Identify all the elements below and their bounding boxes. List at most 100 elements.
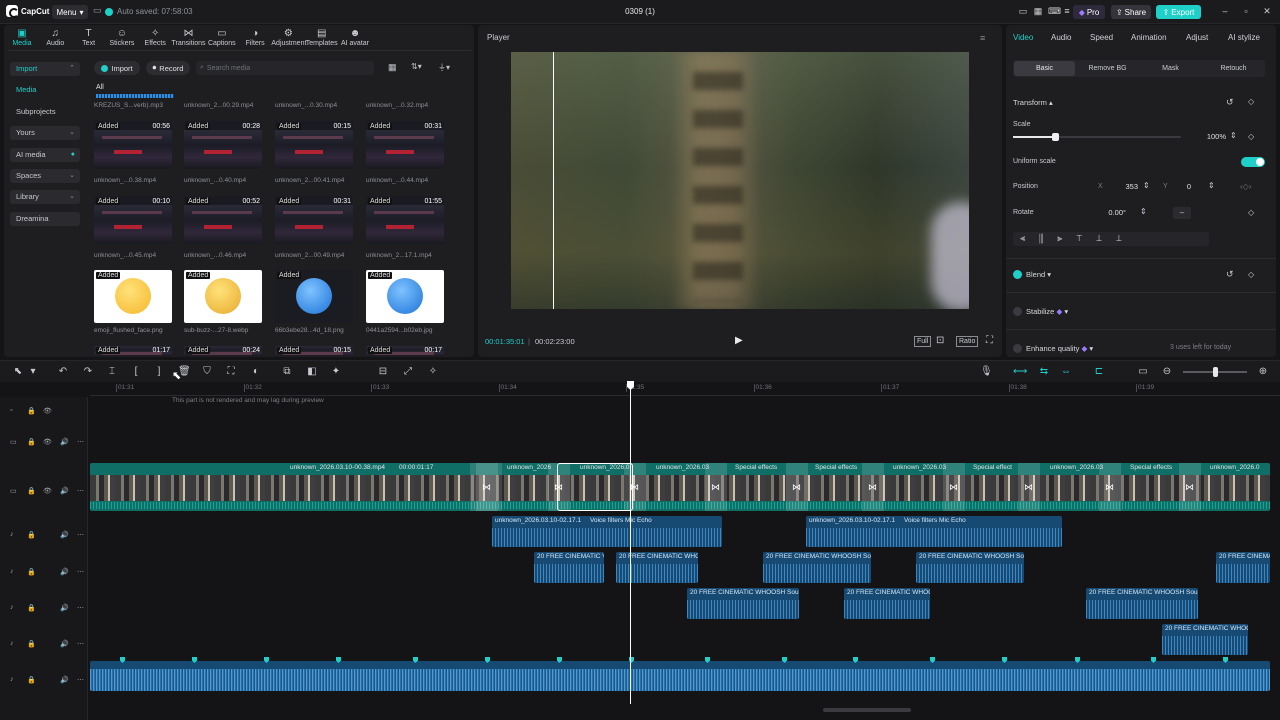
freeze-icon[interactable]: ⧉	[281, 366, 293, 378]
maximize-icon[interactable]: ▫	[1241, 6, 1251, 16]
time-ruler[interactable]	[90, 382, 1280, 396]
magnet-icon[interactable]: ⇆	[1038, 366, 1050, 378]
stepper-icon[interactable]: ⇕	[1140, 207, 1147, 216]
tab-text[interactable]: T Text	[72, 28, 106, 47]
mirror-icon[interactable]: ◧	[306, 366, 318, 378]
sfx-audio-clip[interactable]: 20 FREE CINEMATIC WHOOSH Sou	[687, 588, 799, 619]
tab-audio[interactable]: Audio	[1051, 33, 1071, 42]
speed-icon[interactable]: ◐	[250, 366, 262, 378]
more-icon[interactable]: ≡	[1062, 6, 1072, 16]
keyframe-nav-icon[interactable]: ‹◇›	[1240, 182, 1251, 191]
ai-edit-icon[interactable]: ✦	[330, 366, 342, 378]
lock-icon[interactable]: 🔒	[27, 640, 36, 648]
subtitle-icon[interactable]: ⊟	[377, 366, 389, 378]
uniform-scale-toggle[interactable]	[1241, 157, 1265, 167]
search-input[interactable]: ⌕ Search media	[196, 61, 374, 75]
tab-templates[interactable]: ▤ Templates	[305, 28, 339, 47]
display-icon[interactable]: ▭	[1018, 6, 1028, 16]
zoom-slider[interactable]	[1183, 367, 1247, 377]
full-button[interactable]: Full	[914, 336, 932, 347]
audio-waveform-thumb[interactable]	[96, 94, 174, 98]
stepper-icon[interactable]: ⇕	[1208, 181, 1215, 190]
eye-icon[interactable]: 👁	[43, 407, 52, 415]
media-thumb[interactable]: Added 00:17	[366, 346, 444, 356]
redo-icon[interactable]: ↷	[82, 366, 94, 378]
pro-button[interactable]: ◆ Pro	[1073, 5, 1105, 19]
media-thumb[interactable]: Added 00:15	[275, 346, 353, 356]
zoom-out-icon[interactable]: ⊖	[1161, 366, 1173, 378]
split-right-icon[interactable]: ]	[153, 366, 165, 378]
scale-knob[interactable]	[1052, 133, 1059, 141]
select-dropdown-icon[interactable]: ▾	[27, 366, 39, 378]
sfx-audio-clip[interactable]: 20 FREE CINEMATIC WHOOSH Sou	[763, 552, 871, 583]
more-icon[interactable]: ⋯	[77, 487, 84, 495]
playhead[interactable]	[630, 381, 631, 704]
media-thumb[interactable]: Added	[184, 270, 262, 323]
position-x-input[interactable]: 353	[1108, 181, 1138, 193]
tab-audio[interactable]: ♫ Audio	[38, 28, 72, 47]
audio-track-icon[interactable]: ♪	[10, 604, 14, 611]
speaker-icon[interactable]: 🔊	[60, 676, 69, 684]
subtab-mask[interactable]: Mask	[1140, 61, 1201, 76]
reset-icon[interactable]: ↺	[1226, 269, 1234, 280]
tab-effects[interactable]: ✧ Effects	[138, 28, 172, 47]
enhance-header[interactable]: Enhance quality ◆ ▾	[1026, 344, 1093, 353]
media-thumb[interactable]: Added 01:55	[366, 196, 444, 244]
scale-slider[interactable]	[1013, 133, 1181, 141]
tab-captions[interactable]: ▭ Captions	[205, 28, 239, 47]
transform-header[interactable]: Transform ▴	[1013, 98, 1053, 107]
keyboard-icon[interactable]: ⌨	[1048, 6, 1061, 16]
audio-track-icon[interactable]: ♪	[10, 568, 14, 575]
keyframe-icon[interactable]: ◇	[1248, 97, 1254, 106]
effects-icon[interactable]: ✧	[427, 366, 439, 378]
sfx-audio-clip[interactable]: 20 FREE CINEMATIC WHOC	[1162, 624, 1248, 655]
fullscreen-icon[interactable]: ⛶	[986, 335, 993, 346]
sort-icon[interactable]: ⇅▾	[411, 62, 422, 71]
sidebar-item-dreamina[interactable]: Dreamina	[10, 212, 80, 226]
sfx-audio-clip[interactable]: 20 FREE CINEMATIC WHOC	[844, 588, 930, 619]
horizontal-scrollbar[interactable]	[823, 708, 911, 712]
zoom-knob[interactable]	[1213, 367, 1218, 377]
snap-icon[interactable]: ⇔	[1060, 366, 1072, 378]
media-thumb[interactable]: Added 01:17	[94, 346, 172, 356]
split-left-icon[interactable]: [	[130, 366, 142, 378]
sidebar-item-import[interactable]: Import ⌃	[10, 62, 80, 76]
speaker-icon[interactable]: 🔊	[60, 640, 69, 648]
more-icon[interactable]: ⋯	[77, 568, 84, 576]
eye-icon[interactable]: 👁	[43, 438, 52, 446]
sfx-audio-clip[interactable]: 20 FREE CINEMA	[1216, 552, 1270, 583]
export-button[interactable]: ⇪ Export	[1156, 5, 1201, 19]
media-thumb[interactable]: Added 00:10	[94, 196, 172, 244]
music-track[interactable]	[90, 661, 1270, 691]
align-icons[interactable]: ⫷⫼⫸⊤⊥⊥	[1020, 233, 1136, 244]
keyframe-icon[interactable]: ◇	[1248, 208, 1254, 217]
mask-icon[interactable]: ⛉	[201, 366, 213, 378]
undo-icon[interactable]: ↶	[57, 366, 69, 378]
rotate-input[interactable]: 0.00°	[1098, 207, 1126, 219]
sidebar-item-media[interactable]: Media	[10, 83, 80, 97]
lock-icon[interactable]: 🔒	[27, 568, 36, 576]
group-icon[interactable]: ▫	[10, 407, 12, 414]
rotate-dial[interactable]: –	[1173, 207, 1191, 219]
more-icon[interactable]: ⋯	[77, 604, 84, 612]
media-thumb[interactable]: Added 00:28	[184, 121, 262, 169]
audio-track-icon[interactable]: ♪	[10, 676, 14, 683]
keyframe-icon[interactable]: ◇	[1248, 132, 1254, 141]
media-thumb[interactable]: Added	[366, 270, 444, 323]
sfx-audio-clip[interactable]: 20 FREE CINEMATIC V	[534, 552, 604, 583]
more-icon[interactable]: ⋯	[77, 640, 84, 648]
mic-icon[interactable]: 🎙	[980, 366, 993, 378]
share-button[interactable]: ⇪ Share	[1111, 5, 1151, 19]
tab-speed[interactable]: Speed	[1090, 33, 1113, 42]
audio-track-icon[interactable]: ♪	[10, 531, 14, 538]
media-thumb[interactable]: Added	[94, 270, 172, 323]
video-preview[interactable]	[511, 52, 969, 309]
stepper-icon[interactable]: ⇕	[1143, 181, 1150, 190]
snapshot-icon[interactable]: ⊡	[936, 335, 944, 346]
tab-ai-stylize[interactable]: AI stylize	[1228, 33, 1260, 42]
tab-ai-avatar[interactable]: ☻ AI avatar	[338, 28, 372, 47]
media-thumb[interactable]: Added 00:31	[366, 121, 444, 169]
layout-grid-icon[interactable]: ▦	[1033, 6, 1043, 16]
lock-icon[interactable]: 🔒	[27, 531, 36, 539]
lock-icon[interactable]: 🔒	[27, 407, 36, 415]
